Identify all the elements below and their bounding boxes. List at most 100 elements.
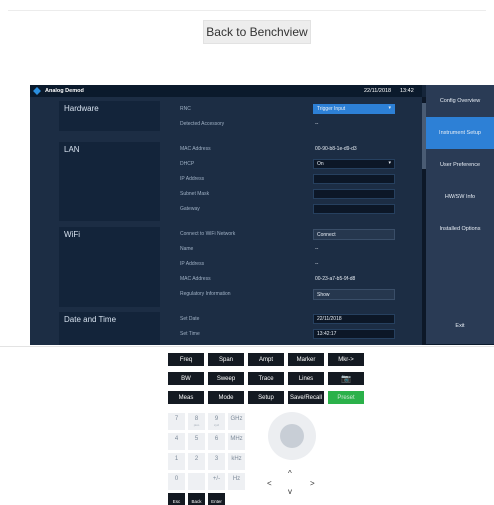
wifi-connect-button[interactable]: Connect — [313, 229, 395, 240]
numpad-khz[interactable]: kHz — [228, 453, 245, 470]
subnet-field — [313, 189, 395, 199]
arrow-left-icon[interactable]: < — [267, 479, 272, 488]
softkey-installed-options[interactable]: Installed Options — [426, 213, 494, 247]
keys-row-3: Meas Mode Setup Save/Recall Preset — [168, 391, 364, 404]
numpad-4[interactable]: 4 — [168, 433, 185, 450]
keys-row-2: BW Sweep Trace Lines 📷 — [168, 372, 364, 385]
accessory-label: Detected Accessory — [180, 121, 225, 127]
ampt-key[interactable]: Ampt — [248, 353, 284, 366]
dhcp-select-value: On — [317, 161, 324, 167]
softkey-blank-1[interactable] — [426, 245, 494, 279]
title-bar: Analog Demod 22/11/2018 13:42 — [30, 85, 422, 97]
wifi-name-value: -- — [315, 246, 319, 252]
set-time-field[interactable]: 13:42:17 — [313, 329, 395, 339]
numpad-2[interactable]: 2 — [188, 453, 205, 470]
numpad-8[interactable]: 8 pico — [188, 413, 205, 430]
instrument-screen: Analog Demod 22/11/2018 13:42 Hardware R… — [30, 85, 494, 345]
section-datetime-title: Date and Time — [64, 315, 117, 324]
back-to-benchview-button[interactable]: Back to Benchview — [203, 20, 311, 44]
enter-key[interactable]: Enter — [208, 493, 225, 505]
arrow-down-icon[interactable]: v — [288, 487, 292, 496]
meas-key[interactable]: Meas — [168, 391, 204, 404]
rotary-knob-center[interactable] — [280, 424, 304, 448]
status-time: 13:42 — [400, 88, 414, 94]
numpad-ghz[interactable]: GHz — [228, 413, 245, 430]
gateway-field — [313, 204, 395, 214]
wifi-name-label: Name — [180, 246, 194, 252]
section-lan: LAN — [59, 142, 160, 221]
numpad-plus-minus[interactable]: +/- — [208, 473, 225, 490]
bw-key[interactable]: BW — [168, 372, 204, 385]
numpad-decimal[interactable] — [188, 473, 205, 490]
numpad-1[interactable]: 1 — [168, 453, 185, 470]
preset-key[interactable]: Preset — [328, 391, 364, 404]
numpad-3[interactable]: 3 — [208, 453, 225, 470]
wifi-mac-value: 00-23-a7-b5-9f-d8 — [315, 276, 356, 282]
marker-key[interactable]: Marker — [288, 353, 324, 366]
lan-mac-label: MAC Address — [180, 146, 211, 152]
rotary-knob[interactable] — [268, 412, 316, 460]
dhcp-label: DHCP — [180, 161, 195, 167]
lan-ip-label: IP Address — [180, 176, 205, 182]
app-title: Analog Demod — [45, 88, 84, 94]
numpad-7[interactable]: 7 — [168, 413, 185, 430]
regulatory-show-button[interactable]: Show — [313, 289, 395, 300]
lines-key[interactable]: Lines — [288, 372, 324, 385]
marker-to-key[interactable]: Mkr-> — [328, 353, 364, 366]
rnc-select-value: Trigger Input — [317, 106, 346, 112]
arrow-up-icon[interactable]: ^ — [288, 469, 292, 478]
wifi-ip-value: -- — [315, 261, 319, 267]
regulatory-label: Regulatory Information — [180, 291, 231, 297]
trace-key[interactable]: Trace — [248, 372, 284, 385]
sweep-key[interactable]: Sweep — [208, 372, 244, 385]
subnet-label: Subnet Mask — [180, 191, 210, 197]
rnc-select[interactable]: Trigger Input ▾ — [313, 104, 395, 114]
numpad-hz[interactable]: Hz — [228, 473, 245, 490]
status-date: 22/11/2018 — [364, 88, 392, 94]
section-lan-title: LAN — [64, 145, 80, 154]
numpad-5[interactable]: 5 — [188, 433, 205, 450]
section-wifi-title: WiFi — [64, 230, 80, 239]
wifi-mac-label: MAC Address — [180, 276, 211, 282]
esc-key[interactable]: Esc — [168, 493, 185, 505]
section-hardware: Hardware — [59, 101, 160, 131]
wifi-ip-label: IP Address — [180, 261, 205, 267]
span-key[interactable]: Span — [208, 353, 244, 366]
setup-key[interactable]: Setup — [248, 391, 284, 404]
gateway-label: Gateway — [180, 206, 200, 212]
section-wifi: WiFi — [59, 227, 160, 307]
numpad-0[interactable]: 0 — [168, 473, 185, 490]
freq-key[interactable]: Freq — [168, 353, 204, 366]
set-date-label: Set Date — [180, 316, 200, 322]
top-divider — [8, 10, 486, 11]
set-date-field[interactable]: 22/11/2018 — [313, 314, 395, 324]
chevron-down-icon: ▾ — [388, 105, 391, 111]
lan-mac-value: 00-90-b8-1e-d9-d3 — [315, 146, 357, 152]
numpad-mhz[interactable]: MHz — [228, 433, 245, 450]
softkey-config-overview[interactable]: Config Overview — [426, 85, 494, 119]
settings-panel: Hardware RNC Trigger Input ▾ Detected Acc… — [30, 97, 422, 345]
mode-key[interactable]: Mode — [208, 391, 244, 404]
chevron-down-icon: ▾ — [388, 160, 391, 166]
set-time-label: Set Time — [180, 331, 200, 337]
benchview-page: Back to Benchview Analog Demod 22/11/201… — [0, 0, 494, 505]
softkey-hw-sw-info[interactable]: HW/SW Info — [426, 181, 494, 215]
lan-ip-field — [313, 174, 395, 184]
panel-divider — [0, 346, 494, 347]
dhcp-select[interactable]: On ▾ — [313, 159, 395, 169]
numpad-9[interactable]: 9 cycl — [208, 413, 225, 430]
softkey-blank-2[interactable] — [426, 277, 494, 311]
softkey-instrument-setup[interactable]: Instrument Setup — [426, 117, 494, 151]
softkey-exit[interactable]: Exit — [426, 309, 494, 345]
rnc-label: RNC — [180, 106, 191, 112]
numpad-6[interactable]: 6 — [208, 433, 225, 450]
softkey-user-preference[interactable]: User Preference — [426, 149, 494, 183]
wifi-connect-label: Connect to WiFi Network — [180, 231, 236, 237]
accessory-value: -- — [315, 121, 319, 127]
save-recall-key[interactable]: Save/Recall — [288, 391, 324, 404]
section-datetime: Date and Time — [59, 312, 160, 345]
back-key[interactable]: Back — [188, 493, 205, 505]
arrow-right-icon[interactable]: > — [310, 479, 315, 488]
camera-icon[interactable]: 📷 — [328, 372, 364, 385]
keys-row-1: Freq Span Ampt Marker Mkr-> — [168, 353, 364, 366]
